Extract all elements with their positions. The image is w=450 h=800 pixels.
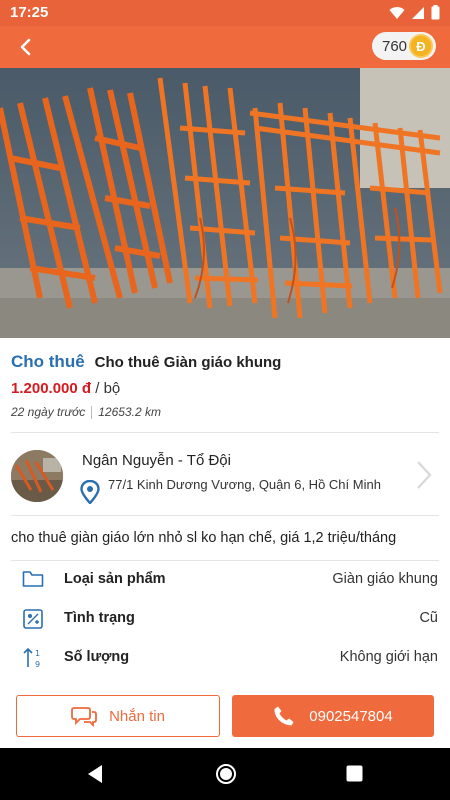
status-time: 17:25 xyxy=(10,4,49,21)
phone-icon xyxy=(274,706,294,726)
coin-icon: Đ xyxy=(409,34,433,58)
price-row: 1.200.000 đ / bộ xyxy=(11,380,120,397)
listing-title: Cho thuê Giàn giáo khung xyxy=(94,354,282,371)
posted-time: 22 ngày trước xyxy=(11,405,86,419)
spec-row-quantity: 19 Số lượng Không giới hạn xyxy=(0,643,450,675)
divider xyxy=(11,560,439,561)
system-nav-bar xyxy=(0,748,450,800)
seller-name: Ngân Nguyễn - Tổ Đội xyxy=(82,452,231,469)
spec-value: Không giới hạn xyxy=(339,649,438,665)
status-bar: 17:25 xyxy=(0,0,450,26)
back-button[interactable] xyxy=(10,32,40,62)
phone-number: 0902547804 xyxy=(309,707,393,725)
chevron-right-icon xyxy=(416,460,432,495)
chat-icon xyxy=(71,707,97,727)
listing-title-row: Cho thuê Cho thuê Giàn giáo khung xyxy=(11,352,281,372)
avatar xyxy=(11,450,63,502)
spec-row-product-type: Loại sản phẩm Giàn giáo khung xyxy=(0,565,450,597)
message-button[interactable]: Nhắn tin xyxy=(16,695,220,737)
action-bar: Nhắn tin 0902547804 xyxy=(0,690,450,742)
coin-count: 760 xyxy=(382,37,408,55)
message-label: Nhắn tin xyxy=(109,707,165,725)
battery-icon xyxy=(431,5,440,20)
status-icons xyxy=(389,5,440,20)
distance: 12653.2 km xyxy=(98,405,161,419)
divider xyxy=(11,432,439,433)
signal-icon xyxy=(412,6,424,19)
sort-number-icon: 19 xyxy=(22,647,44,669)
folder-icon xyxy=(22,569,44,591)
spec-label: Tình trạng xyxy=(64,610,135,626)
nav-recents-icon[interactable] xyxy=(346,765,363,787)
product-image[interactable] xyxy=(0,68,450,338)
spec-label: Loại sản phẩm xyxy=(64,571,166,587)
condition-icon xyxy=(22,608,44,630)
listing-meta: 22 ngày trước 12653.2 km xyxy=(11,405,161,419)
spec-value: Giàn giáo khung xyxy=(332,571,438,587)
price: 1.200.000 đ xyxy=(11,380,92,397)
wifi-icon xyxy=(389,6,405,19)
spec-label: Số lượng xyxy=(64,649,130,665)
divider xyxy=(11,515,439,516)
nav-home-icon[interactable] xyxy=(215,763,237,790)
app-bar: 760 Đ xyxy=(0,26,450,68)
price-unit: / bộ xyxy=(95,380,121,397)
call-button[interactable]: 0902547804 xyxy=(232,695,434,737)
listing-type: Cho thuê xyxy=(11,352,85,371)
location-pin-icon xyxy=(80,479,100,509)
back-arrow-icon xyxy=(20,38,31,56)
listing-description: cho thuê giàn giáo lớn nhỏ sl ko hạn chế… xyxy=(11,530,397,546)
meta-divider xyxy=(91,405,93,419)
svg-text:1: 1 xyxy=(35,649,40,658)
seller-card[interactable]: Ngân Nguyễn - Tổ Đội 77/1 Kinh Dương Vươ… xyxy=(0,440,450,512)
scaffolding-photo xyxy=(0,68,450,338)
spec-row-condition: Tình trạng Cũ xyxy=(0,604,450,636)
spec-value: Cũ xyxy=(419,610,438,626)
svg-text:9: 9 xyxy=(35,660,40,669)
coin-balance[interactable]: 760 Đ xyxy=(372,32,436,60)
seller-address: 77/1 Kinh Dương Vương, Quận 6, Hồ Chí Mi… xyxy=(108,477,381,492)
nav-back-icon[interactable] xyxy=(86,764,104,789)
